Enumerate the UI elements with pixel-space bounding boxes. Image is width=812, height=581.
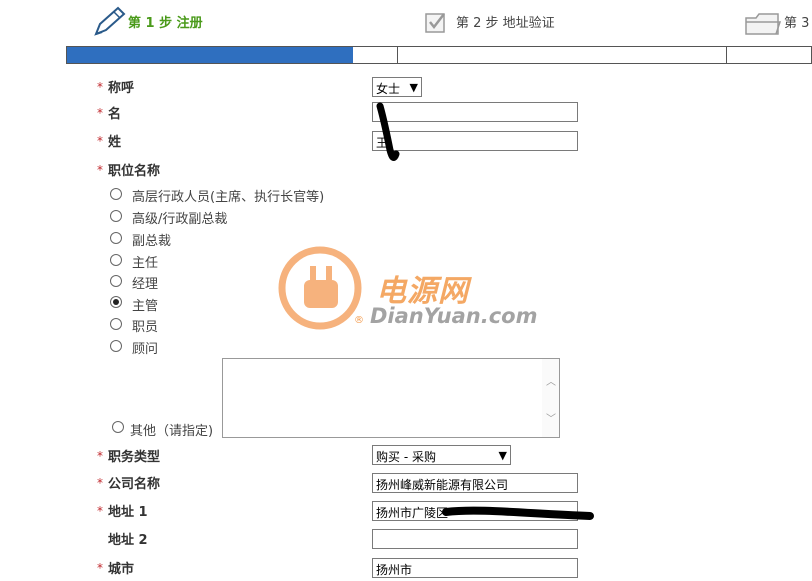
required-marker: * bbox=[97, 80, 103, 94]
other-job-title-textarea[interactable]: ︿ ﹀ bbox=[222, 358, 560, 438]
step-2-label: 第 2 步 地址验证 bbox=[456, 16, 555, 31]
job-type-label: 职务类型 bbox=[108, 450, 161, 465]
job-title-label: 职位名称 bbox=[108, 164, 161, 179]
city-label: 城市 bbox=[108, 562, 135, 577]
required-marker: * bbox=[97, 449, 103, 463]
option-label: 主管 bbox=[132, 299, 159, 314]
address1-label: 地址 1 bbox=[108, 505, 148, 520]
radio-button-checked[interactable] bbox=[110, 296, 122, 308]
radio-button[interactable] bbox=[112, 421, 124, 433]
salutation-label: 称呼 bbox=[108, 81, 135, 96]
option-label: 其他（请指定) bbox=[130, 424, 214, 439]
option-label: 职员 bbox=[132, 320, 159, 335]
required-marker: * bbox=[97, 504, 103, 518]
radio-button[interactable] bbox=[110, 210, 122, 222]
chevron-down-icon: ▼ bbox=[409, 81, 418, 94]
redaction-scribble bbox=[376, 102, 400, 161]
option-label: 副总裁 bbox=[132, 234, 172, 249]
checkbox-icon bbox=[425, 13, 445, 33]
radio-button[interactable] bbox=[110, 275, 122, 287]
registered-mark: ® bbox=[354, 315, 364, 326]
option-label: 高层行政人员(主席、执行长官等) bbox=[132, 190, 325, 205]
option-label: 主任 bbox=[132, 256, 159, 271]
last-name-label: 姓 bbox=[108, 135, 122, 150]
option-label: 顾问 bbox=[132, 342, 159, 357]
option-label: 高级/行政副总裁 bbox=[132, 212, 228, 227]
folder-icon bbox=[745, 13, 782, 35]
salutation-value: 女士 bbox=[376, 82, 401, 96]
pen-icon bbox=[94, 6, 126, 36]
first-name-label: 名 bbox=[108, 107, 122, 122]
required-marker: * bbox=[97, 163, 103, 177]
step-1-label: 第 1 步 注册 bbox=[128, 16, 203, 31]
required-marker: * bbox=[97, 561, 103, 575]
radio-button[interactable] bbox=[110, 318, 122, 330]
required-marker: * bbox=[97, 106, 103, 120]
radio-button[interactable] bbox=[110, 232, 122, 244]
job-type-value: 购买 - 采购 bbox=[376, 450, 436, 464]
required-marker: * bbox=[97, 134, 103, 148]
watermark-site: DianYuan.com bbox=[370, 304, 538, 328]
option-label: 经理 bbox=[132, 277, 159, 292]
chevron-down-icon: ▼ bbox=[498, 449, 507, 462]
progress-fill bbox=[67, 47, 359, 63]
radio-button[interactable] bbox=[110, 188, 122, 200]
progress-divider bbox=[726, 47, 727, 63]
redaction-scribble bbox=[442, 506, 594, 520]
step-3-label: 第 3 bbox=[784, 16, 810, 31]
city-input[interactable]: 扬州市 bbox=[372, 558, 578, 578]
company-label: 公司名称 bbox=[108, 477, 161, 492]
scroll-down-icon[interactable]: ﹀ bbox=[546, 410, 556, 425]
job-type-select[interactable]: 购买 - 采购 ▼ bbox=[372, 445, 511, 465]
address2-input[interactable] bbox=[372, 529, 578, 549]
radio-button[interactable] bbox=[110, 340, 122, 352]
salutation-select[interactable]: 女士 ▼ bbox=[372, 77, 422, 97]
radio-button[interactable] bbox=[110, 254, 122, 266]
scroll-up-icon[interactable]: ︿ bbox=[546, 373, 556, 388]
progress-remaining-segment bbox=[353, 47, 398, 63]
address2-label: 地址 2 bbox=[108, 533, 148, 548]
company-input[interactable]: 扬州峰威新能源有限公司 bbox=[372, 473, 578, 493]
required-marker: * bbox=[97, 476, 103, 490]
textarea-scrollbar[interactable]: ︿ ﹀ bbox=[542, 359, 559, 437]
registration-progress-bar bbox=[66, 46, 812, 64]
